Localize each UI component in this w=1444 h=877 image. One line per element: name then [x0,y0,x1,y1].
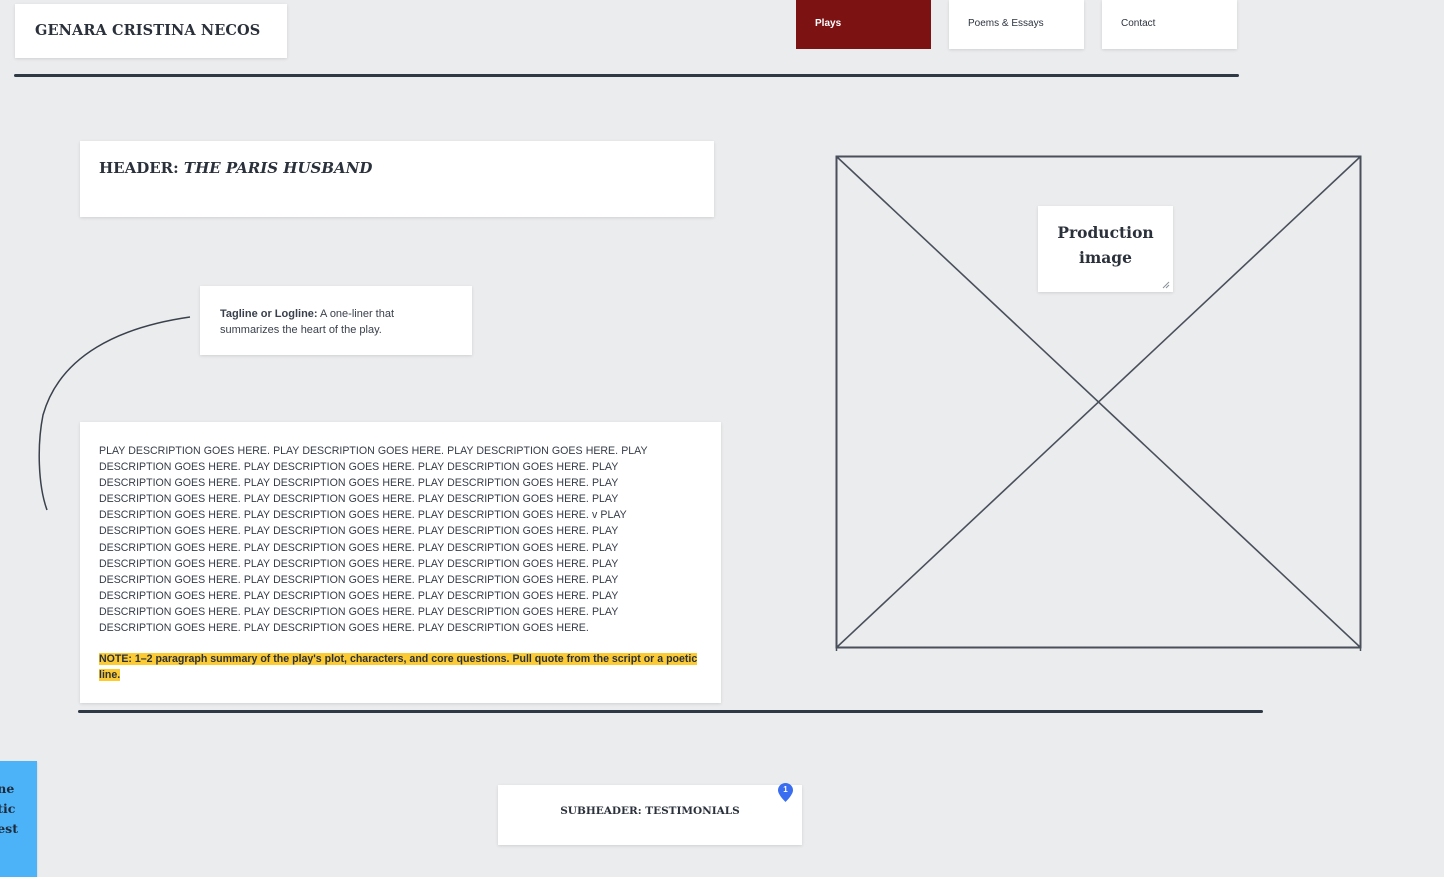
description-note-highlight: NOTE: 1–2 paragraph summary of the play'… [99,653,698,681]
play-header: HEADER: THE PARIS HUSBAND [99,159,372,177]
nav-poems-essays-label: Poems & Essays [968,18,1044,29]
sticky-note-line: est [0,821,18,836]
sticky-note-text: ne tic est [0,779,18,839]
nav-poems-essays[interactable]: Poems & Essays [949,0,1084,49]
comment-count: 1 [783,785,788,794]
sticky-note[interactable]: ne tic est [0,761,37,877]
comment-pin[interactable]: 1 [777,782,794,803]
nav-contact[interactable]: Contact [1102,0,1237,49]
testimonials-subheader-card[interactable]: SUBHEADER: TESTIMONIALS [498,785,802,845]
section-divider [78,710,1263,713]
header-divider [14,74,1239,77]
production-image-label-card[interactable]: Production image [1038,206,1173,292]
tagline-text: Tagline or Logline: A one-liner that sum… [220,306,450,338]
testimonials-subheader: SUBHEADER: TESTIMONIALS [560,805,740,817]
nav-contact-label: Contact [1121,18,1156,29]
tagline-label: Tagline or Logline: [220,308,318,320]
description-card[interactable]: PLAY DESCRIPTION GOES HERE. PLAY DESCRIP… [80,422,721,703]
sticky-note-line: tic [0,801,16,816]
play-header-card[interactable]: HEADER: THE PARIS HUSBAND [80,141,714,217]
play-title: THE PARIS HUSBAND [183,159,373,177]
production-image-label: Production image [1057,223,1154,267]
nav-plays[interactable]: Plays [796,0,931,49]
site-title[interactable]: GENARA CRISTINA NECOS [35,22,260,39]
play-header-prefix: HEADER: [99,159,184,177]
description-note: NOTE: 1–2 paragraph summary of the play'… [99,651,709,683]
play-description: PLAY DESCRIPTION GOES HERE. PLAY DESCRIP… [99,445,648,635]
nav-plays-label: Plays [815,18,842,29]
tagline-card[interactable]: Tagline or Logline: A one-liner that sum… [200,286,472,355]
sticky-note-line: ne [0,781,15,796]
site-title-card[interactable]: GENARA CRISTINA NECOS [15,4,287,58]
resize-grip-icon[interactable] [1162,281,1170,289]
